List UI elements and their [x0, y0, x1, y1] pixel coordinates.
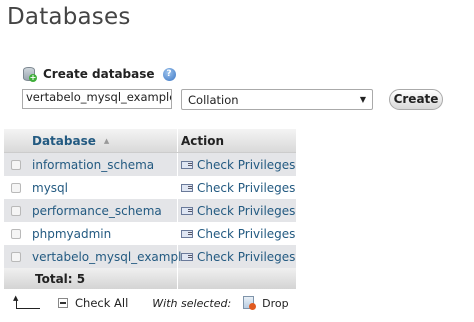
database-name-link[interactable]: mysql	[27, 176, 178, 199]
create-button[interactable]: Create	[389, 89, 443, 110]
table-row: performance_schema Check Privileges	[4, 199, 296, 222]
table-total-row: Total: 5	[4, 268, 296, 289]
arrow-up-icon: ▲	[12, 295, 40, 310]
database-name-link[interactable]: vertabelo_mysql_example	[27, 245, 189, 268]
row-checkbox[interactable]	[10, 182, 21, 193]
table-row: phpmyadmin Check Privileges	[4, 222, 296, 245]
check-privileges-link[interactable]: Check Privileges	[178, 176, 296, 199]
database-name-link[interactable]: information_schema	[27, 153, 178, 176]
database-name-link[interactable]: performance_schema	[27, 199, 178, 222]
table-row: vertabelo_mysql_example Check Privileges	[4, 245, 296, 268]
column-header-action: Action	[181, 133, 225, 148]
privileges-icon	[181, 252, 193, 261]
collation-select[interactable]: Collation ▼	[181, 89, 373, 110]
total-label: Total: 5	[27, 268, 178, 289]
database-name-link[interactable]: phpmyadmin	[27, 222, 178, 245]
check-all-label[interactable]: Check All	[75, 296, 128, 310]
table-row: information_schema Check Privileges	[4, 153, 296, 176]
collation-value: Collation	[188, 92, 239, 107]
drop-icon[interactable]	[243, 296, 257, 310]
databases-table: Database ▲ Action information_schema Che…	[4, 129, 296, 289]
privileges-icon	[181, 229, 193, 238]
database-name-input[interactable]: vertabelo_mysql_example	[22, 89, 172, 109]
row-checkbox[interactable]	[10, 159, 21, 170]
table-header-row: Database ▲ Action	[4, 129, 296, 153]
bulk-actions-bar: ▲ Check All With selected: Drop	[12, 295, 289, 311]
create-database-heading: Create database	[43, 67, 155, 81]
row-checkbox[interactable]	[10, 251, 21, 262]
row-checkbox[interactable]	[10, 205, 21, 216]
chevron-down-icon: ▼	[359, 95, 366, 104]
sort-ascending-icon: ▲	[103, 136, 110, 145]
table-row: mysql Check Privileges	[4, 176, 296, 199]
privileges-icon	[181, 160, 193, 169]
check-privileges-link[interactable]: Check Privileges	[178, 245, 296, 268]
with-selected-label: With selected:	[152, 296, 232, 310]
create-database-header: + Create database ?	[22, 65, 176, 83]
check-privileges-link[interactable]: Check Privileges	[178, 222, 296, 245]
page-title: Databases	[7, 4, 131, 30]
column-header-database[interactable]: Database ▲	[27, 129, 178, 152]
help-icon[interactable]: ?	[162, 67, 176, 81]
drop-button[interactable]: Drop	[262, 297, 288, 310]
privileges-icon	[181, 206, 193, 215]
privileges-icon	[181, 183, 193, 192]
check-privileges-link[interactable]: Check Privileges	[178, 199, 296, 222]
row-checkbox[interactable]	[10, 228, 21, 239]
check-all-checkbox[interactable]	[58, 298, 68, 308]
check-privileges-link[interactable]: Check Privileges	[178, 153, 296, 176]
database-add-icon: +	[22, 66, 37, 82]
